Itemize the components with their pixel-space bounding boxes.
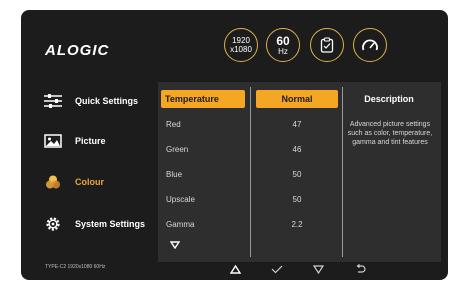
refresh-rate-indicator: 60 Hz xyxy=(266,28,300,62)
gear-icon xyxy=(43,215,63,233)
sidebar-item-system-settings[interactable]: System Settings xyxy=(43,215,158,233)
up-icon xyxy=(229,264,241,274)
alogic-logo: ALOGIC xyxy=(45,42,110,59)
speedometer-button[interactable] xyxy=(353,28,387,62)
nav-confirm-button[interactable] xyxy=(270,263,284,275)
osd-menu: ALOGIC 1920 x1080 60 Hz Quick Settings P… xyxy=(21,10,448,280)
sidebar-item-colour[interactable]: Colour xyxy=(43,173,158,191)
refresh-rate-unit: Hz xyxy=(278,46,288,56)
resolution-height: x1080 xyxy=(230,45,252,54)
setting-gamma-value: 2.2 xyxy=(291,220,303,229)
nav-back-button[interactable] xyxy=(353,263,367,275)
down-icon xyxy=(312,264,324,274)
clipboard-button[interactable] xyxy=(310,28,344,62)
setting-gamma-label[interactable]: Gamma xyxy=(166,220,194,229)
color-circles-icon xyxy=(43,173,63,191)
sidebar-item-label: Picture xyxy=(75,136,106,146)
input-status: TYPE-C2 1920x1080 60Hz xyxy=(45,264,106,270)
refresh-rate-value: 60 xyxy=(276,33,290,48)
clipboard-icon xyxy=(320,37,334,53)
nav-down-button[interactable] xyxy=(311,263,325,275)
resolution-width: 1920 xyxy=(232,36,250,45)
description-text: Advanced picture settings such as color,… xyxy=(347,121,433,146)
resolution-indicator: 1920 x1080 xyxy=(224,28,258,62)
selected-setting-value[interactable]: Normal xyxy=(256,90,338,108)
setting-blue-label[interactable]: Blue xyxy=(166,170,182,179)
setting-green-value: 46 xyxy=(292,145,302,154)
back-icon xyxy=(356,264,366,273)
setting-red-value: 47 xyxy=(292,120,302,129)
setting-red-label[interactable]: Red xyxy=(166,120,181,129)
setting-upscale-value: 50 xyxy=(292,195,302,204)
setting-blue-value: 50 xyxy=(292,170,302,179)
selected-setting-item[interactable]: Temperature xyxy=(161,90,245,108)
sliders-icon xyxy=(43,92,63,110)
sidebar-item-label: Quick Settings xyxy=(75,96,139,106)
settings-panel: Temperature Normal Description Red 47 Gr… xyxy=(158,82,441,262)
column-divider xyxy=(250,87,251,257)
sidebar-item-picture[interactable]: Picture xyxy=(43,132,158,150)
sidebar-item-label: Colour xyxy=(75,177,104,187)
setting-green-label[interactable]: Green xyxy=(166,145,188,154)
setting-upscale-label[interactable]: Upscale xyxy=(166,195,195,204)
check-icon xyxy=(271,265,283,273)
image-icon xyxy=(43,132,63,150)
speedometer-icon xyxy=(362,39,378,51)
description-title: Description xyxy=(364,94,414,104)
column-divider xyxy=(342,87,343,257)
sidebar-item-label: System Settings xyxy=(75,219,146,229)
scroll-down-icon[interactable] xyxy=(170,241,180,249)
sidebar-item-quick-settings[interactable]: Quick Settings xyxy=(43,92,158,110)
nav-up-button[interactable] xyxy=(228,263,242,275)
